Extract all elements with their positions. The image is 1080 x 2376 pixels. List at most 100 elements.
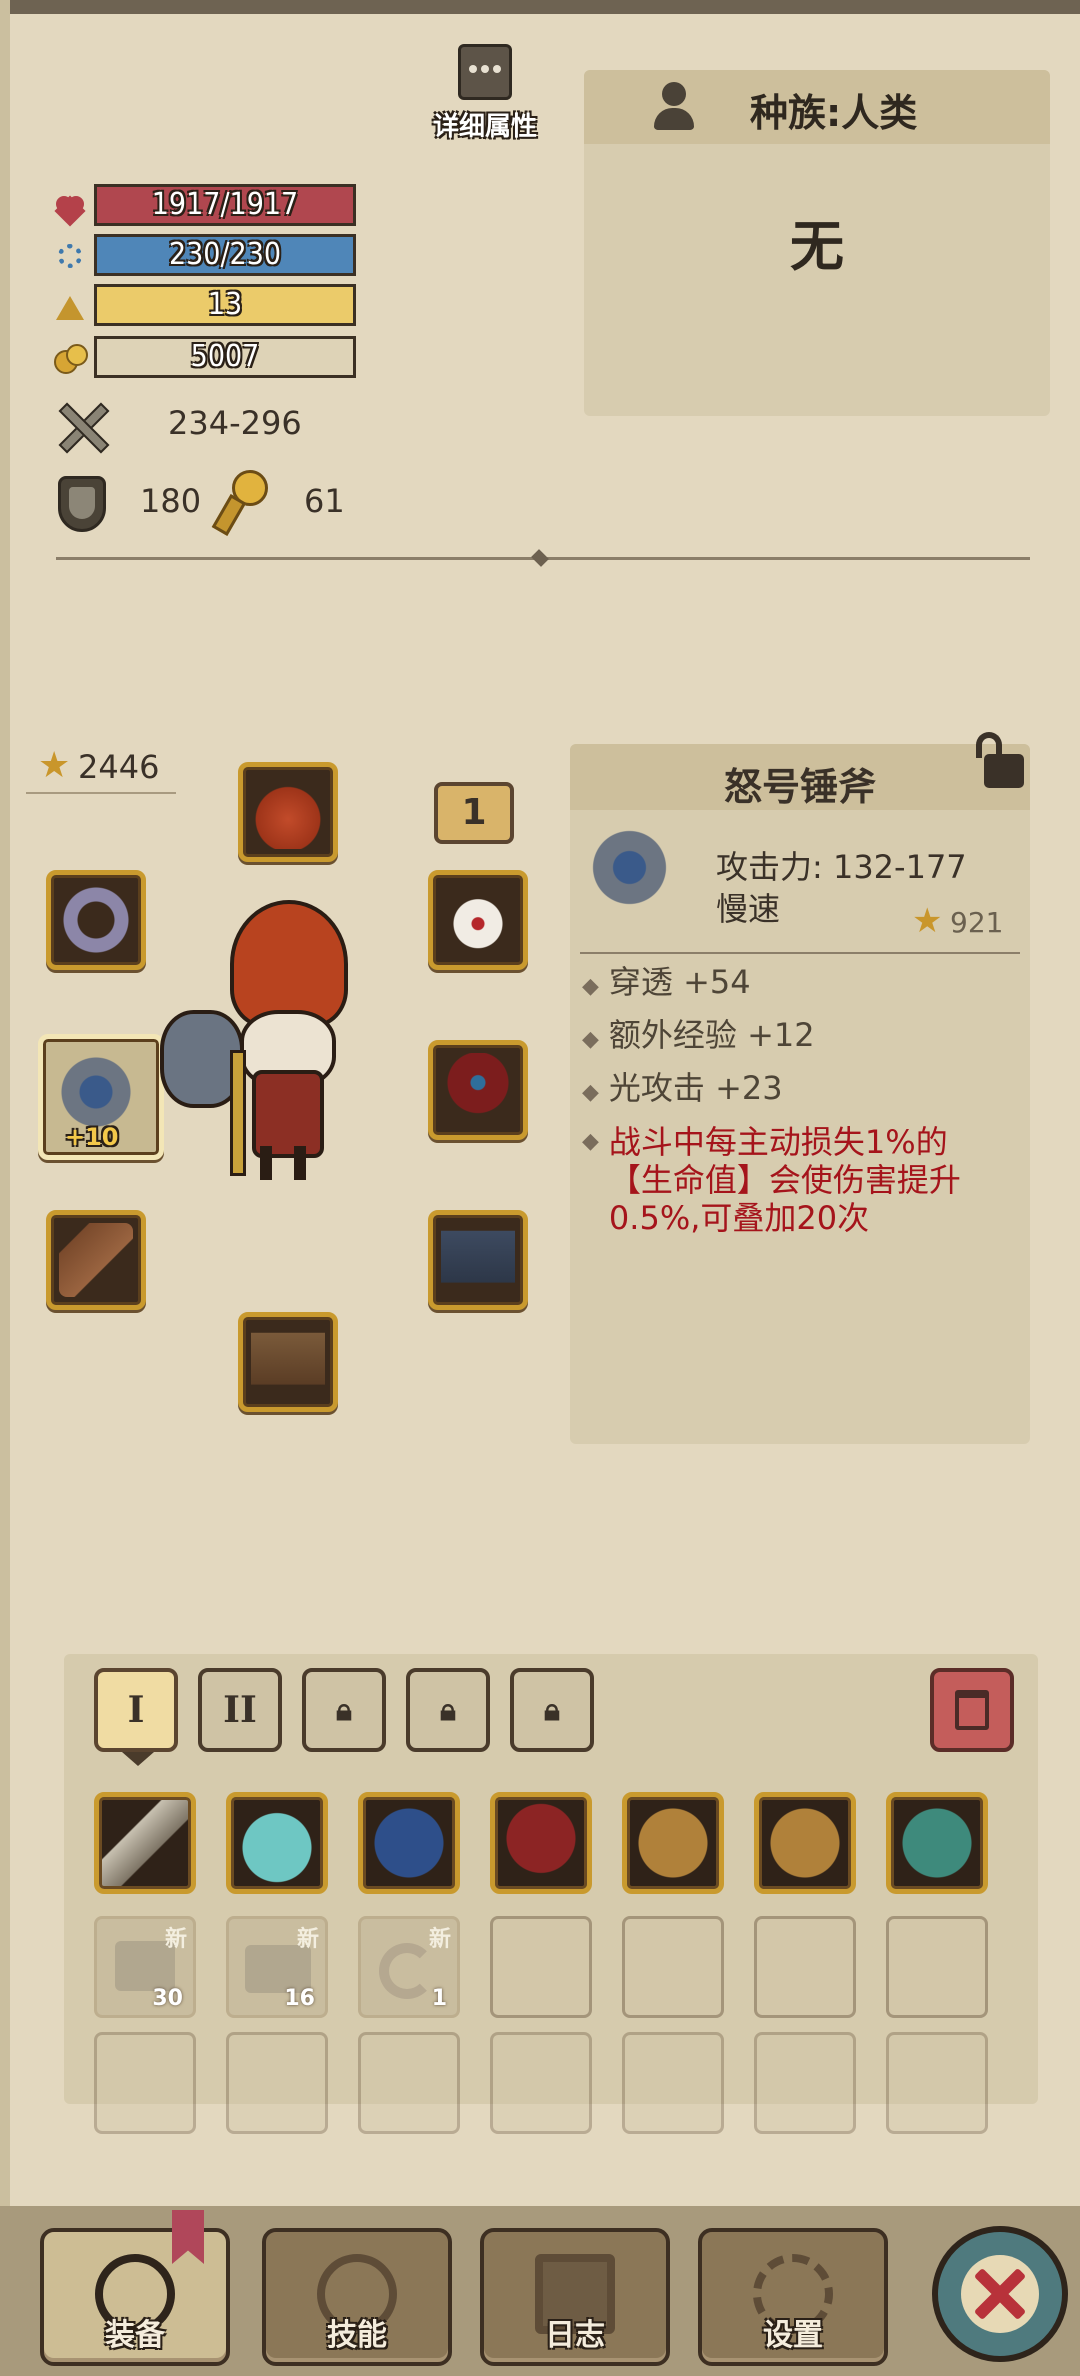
trash-button[interactable] [930,1668,1014,1752]
inventory-empty-slot[interactable] [622,1916,724,2018]
lock-icon: 🔒︎ [336,1692,352,1728]
nav-settings-label: 设置 [763,2318,823,2353]
luck-value: 61 [304,482,345,520]
slot-boots[interactable] [238,1312,338,1412]
affix-item: ◆ 光攻击 +23 [582,1064,1022,1117]
trash-icon [955,1690,989,1730]
shield-icon [58,476,106,532]
item-name: 怒号锤斧 [723,765,876,809]
luck-icon [211,470,268,536]
new-badge: 新 [428,1927,451,1952]
inventory-empty-slot[interactable] [754,1916,856,2018]
inventory-empty-slot[interactable] [358,2032,460,2134]
special-text: 战斗中每主动损失1%的【生命值】会使伤害提升0.5%,可叠加20次 [608,1123,961,1237]
nav-settings[interactable]: 设置 [698,2228,888,2366]
inventory-empty-slot[interactable] [490,2032,592,2134]
level-triangle-icon [54,292,86,324]
tab-locked-5[interactable]: 🔒︎ [510,1668,594,1752]
close-button[interactable] [932,2226,1068,2362]
title-value: 无 [790,215,844,278]
boots-icon [251,1325,325,1399]
tab-label: I [127,1689,145,1731]
inventory-empty-slot[interactable] [490,1916,592,2018]
affix-text: 穿透 +54 [608,963,751,1001]
inventory-item-blue-armor[interactable] [358,1792,460,1894]
mana-gear-icon [54,240,86,272]
inventory-item-mace[interactable] [94,1792,196,1894]
tab-locked-3[interactable]: 🔒︎ [302,1668,386,1752]
gold-icon [54,342,88,374]
star-total: 2446 [78,748,160,786]
nav-equipment[interactable]: 装备 [40,2210,230,2366]
lock-toggle-icon[interactable] [970,732,1030,792]
star-icon: ★ [38,745,71,786]
lock-icon: 🔒︎ [440,1692,456,1728]
detail-attributes-button[interactable]: 详细属性 [420,44,550,144]
divider-ornament [531,549,549,567]
eye-amulet-icon [441,883,515,957]
nav-equipment-label: 装备 [105,2318,165,2353]
inventory-empty-slot[interactable] [754,2032,856,2134]
inventory-empty-slot[interactable] [886,1916,988,2018]
nav-log-label: 日志 [545,2318,605,2353]
bookmark-icon [172,2210,204,2264]
inventory-item-chest[interactable]: 新 16 [226,1916,328,2018]
diamond-icon: ◆ [582,1129,599,1154]
inventory-empty-slot[interactable] [226,2032,328,2134]
pants-icon [441,1223,515,1297]
item-star-value: 921 [950,906,1004,939]
slot-armor[interactable] [428,1040,528,1140]
ring-icon [59,883,133,957]
item-attack: 攻击力: 132-177 [716,848,967,886]
affix-item: ◆ 额外经验 +12 [582,1011,1022,1064]
affix-text: 额外经验 +12 [608,1016,815,1054]
slot-ring[interactable] [46,870,146,970]
new-badge: 新 [164,1927,187,1952]
inventory-item-jade-armor[interactable] [886,1792,988,1894]
person-icon [652,82,696,132]
inventory-empty-slot[interactable] [622,2032,724,2134]
item-star-icon: ★ [912,901,943,941]
slot-helmet[interactable] [238,762,338,862]
item-count: 1 [431,1986,447,2011]
inventory-item-fur-coat-2[interactable] [754,1792,856,1894]
armor-value: 180 [140,482,202,520]
inventory-item-red-cloak[interactable] [490,1792,592,1894]
item-icon [580,818,690,928]
slot-weapon[interactable]: +10 [38,1034,164,1160]
hp-bar: 1917/1917 [94,184,356,226]
item-count: 30 [152,1986,183,2011]
character-avatar [160,900,380,1190]
worm-icon [379,1943,435,1999]
tab-page-2[interactable]: II [198,1668,282,1752]
slot-pants[interactable] [428,1210,528,1310]
left-border [0,0,10,2376]
inventory-empty-slot[interactable] [94,2032,196,2134]
inventory-item-worm[interactable]: 新 1 [358,1916,460,2018]
lock-icon: 🔒︎ [544,1692,560,1728]
knit-hat-icon [251,775,325,849]
affix-text: 光攻击 +23 [608,1069,783,1107]
diamond-icon: ◆ [582,1027,599,1052]
tab-locked-4[interactable]: 🔒︎ [406,1668,490,1752]
inventory-item-stone[interactable]: 新 30 [94,1916,196,2018]
item-detail-panel: 怒号锤斧 攻击力: 132-177 慢速 ★ 921 ◆ 穿透 +54 ◆ 额外经验… [570,744,1030,1444]
inventory-item-blue-pet[interactable] [226,1792,328,1894]
slot-gloves[interactable] [46,1210,146,1310]
nav-skills-label: 技能 [327,2318,387,2353]
cloak-armor-icon [441,1053,515,1127]
crossed-swords-icon [54,398,110,454]
weapon-plus: +10 [65,1123,119,1151]
bracer-icon [59,1223,133,1297]
slot-amulet[interactable] [428,870,528,970]
item-speed: 慢速 [716,890,781,928]
inventory-item-fur-coat-1[interactable] [622,1792,724,1894]
inventory-empty-slot[interactable] [886,2032,988,2134]
nav-skills[interactable]: 技能 [262,2228,452,2366]
level-badge[interactable]: 1 [434,782,514,844]
tab-page-1[interactable]: I [94,1668,178,1752]
nav-log[interactable]: 日志 [480,2228,670,2366]
close-icon [961,2255,1039,2333]
diamond-icon: ◆ [582,1080,599,1105]
connector-line [26,792,176,794]
